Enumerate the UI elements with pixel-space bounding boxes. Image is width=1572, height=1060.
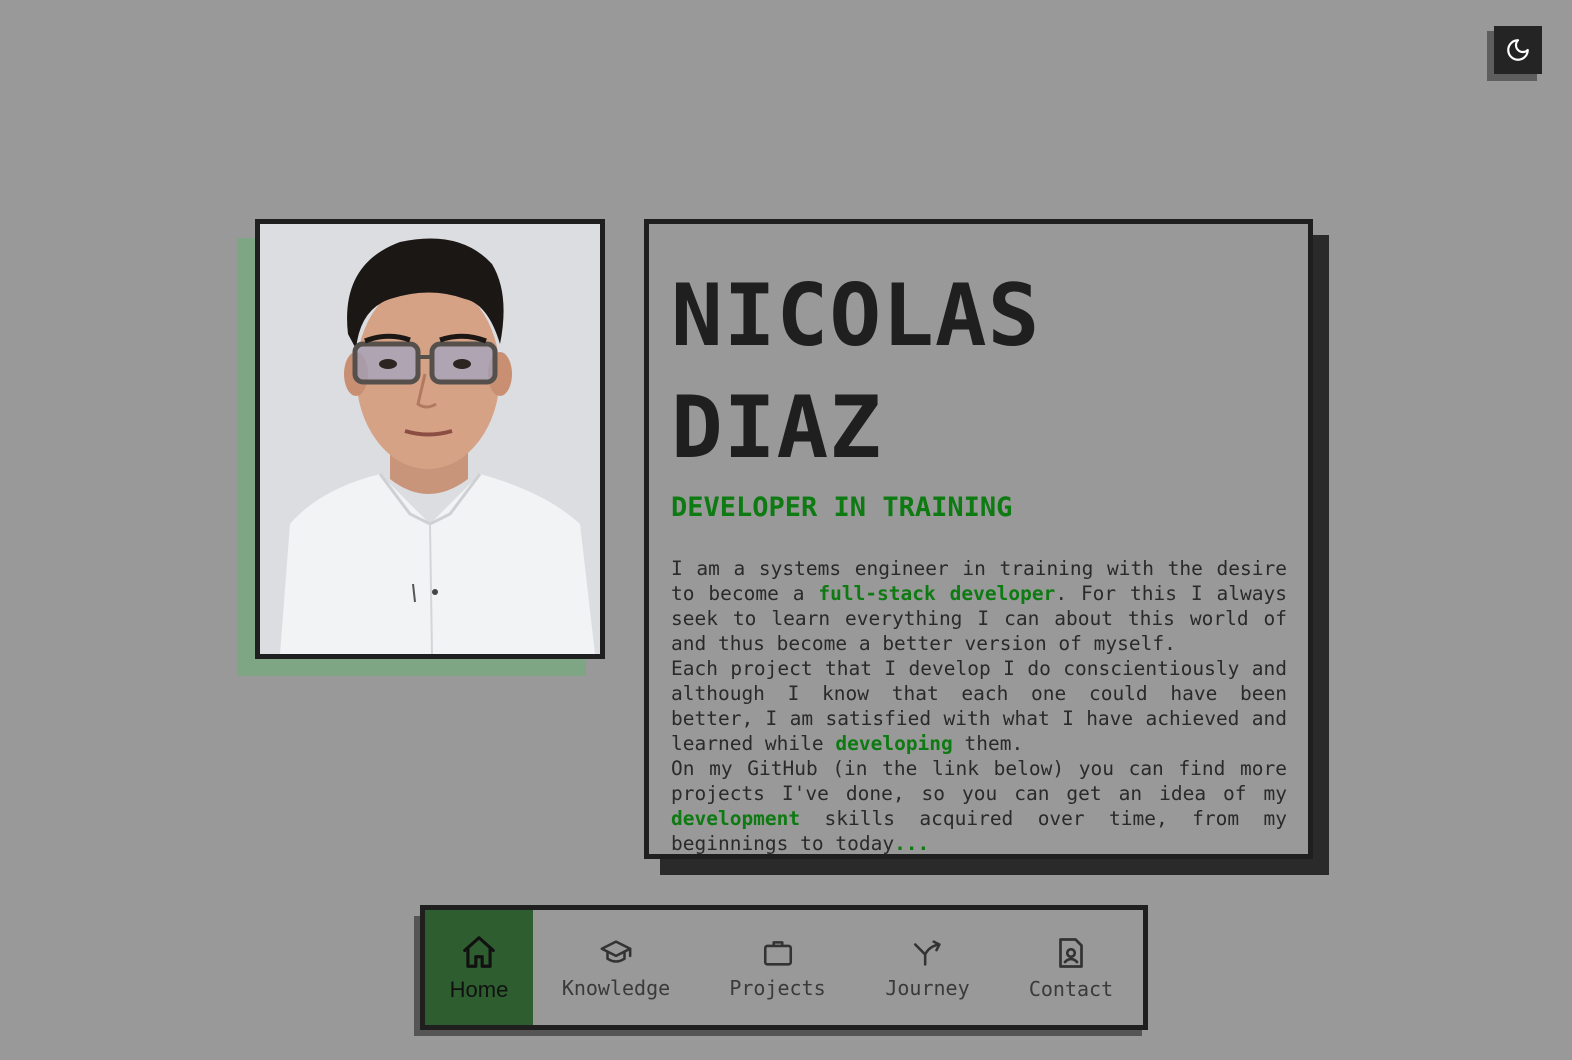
ellipsis: ...	[894, 832, 930, 855]
bottom-nav: Home Knowledge Projects Journey Contact	[420, 905, 1148, 1030]
portfolio-page: NICOLAS DIAZ DEVELOPER IN TRAINING I am …	[0, 0, 1572, 1060]
nav-label-home: Home	[449, 976, 509, 1002]
portrait-illustration	[260, 224, 600, 654]
nav-item-projects[interactable]: Projects	[699, 910, 856, 1025]
role-subtitle: DEVELOPER IN TRAINING	[671, 492, 1013, 523]
nav-label-journey: Journey	[885, 975, 970, 1000]
highlight-full-stack: full-stack developer	[818, 582, 1056, 605]
bio-text-segment: On my GitHub (in the link below) you can…	[671, 757, 1287, 805]
nav-label-projects: Projects	[729, 975, 826, 1000]
contact-card-icon	[1059, 937, 1083, 968]
theme-toggle-button[interactable]	[1494, 26, 1542, 74]
briefcase-icon	[763, 940, 792, 966]
highlight-developing: developing	[835, 732, 953, 755]
nav-item-journey[interactable]: Journey	[856, 910, 999, 1025]
info-card: NICOLAS DIAZ DEVELOPER IN TRAINING I am …	[644, 219, 1313, 859]
bio-text-segment: them.	[952, 732, 1024, 755]
profile-photo	[255, 219, 605, 659]
bio-paragraph-1: I am a systems engineer in training with…	[671, 556, 1287, 656]
nav-item-knowledge[interactable]: Knowledge	[533, 910, 699, 1025]
bio-paragraph-2: Each project that I develop I do conscie…	[671, 656, 1287, 756]
graduation-cap-icon	[600, 939, 632, 963]
name-first: NICOLAS	[671, 266, 1041, 366]
nav-label-contact: Contact	[1028, 976, 1114, 1001]
highlight-development: development	[671, 807, 801, 830]
moon-icon	[1507, 39, 1529, 61]
split-arrow-icon	[913, 939, 941, 966]
bio-paragraph-3: On my GitHub (in the link below) you can…	[671, 756, 1287, 856]
nav-item-home[interactable]: Home	[425, 910, 533, 1025]
nav-item-contact[interactable]: Contact	[999, 910, 1143, 1025]
name-last: DIAZ	[671, 378, 883, 478]
bio-text: I am a systems engineer in training with…	[671, 556, 1287, 856]
home-icon	[463, 935, 495, 968]
nav-label-knowledge: Knowledge	[561, 975, 671, 1000]
